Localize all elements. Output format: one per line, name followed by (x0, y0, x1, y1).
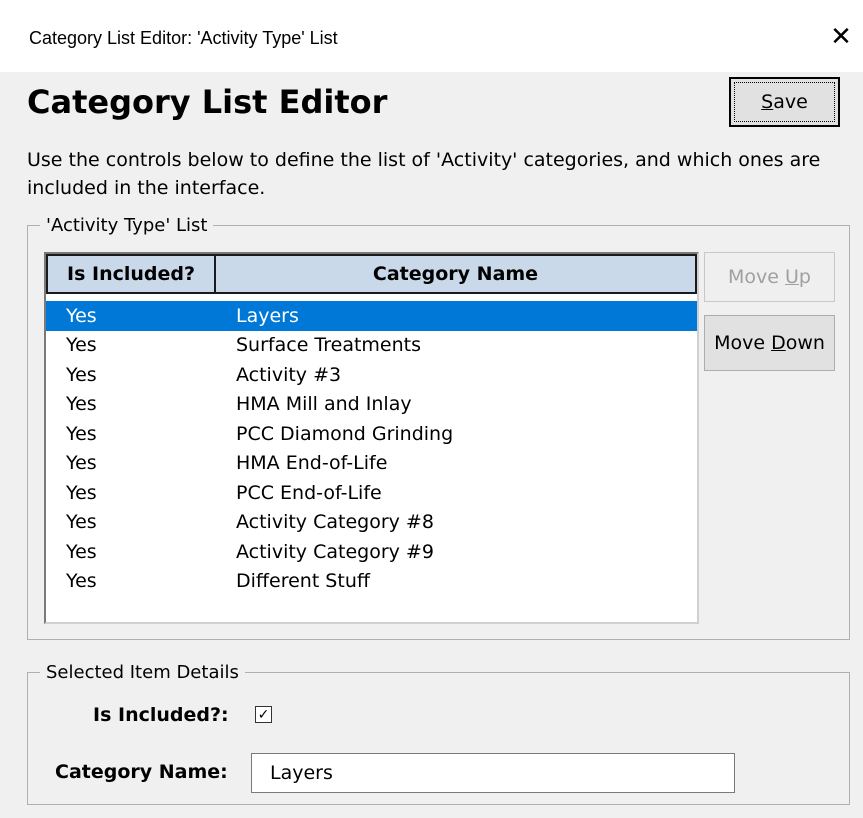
selected-item-details-legend: Selected Item Details (46, 662, 239, 683)
description-text: Use the controls below to define the lis… (27, 149, 821, 199)
list-item[interactable]: Yes Activity Category #8 (46, 508, 697, 538)
is-included-checkbox[interactable]: ✓ (255, 706, 272, 723)
list-item[interactable]: Yes Activity Category #9 (46, 537, 697, 567)
list-item-is-included: Yes (66, 363, 97, 386)
activity-type-list-legend: 'Activity Type' List (46, 215, 208, 236)
list-item-is-included: Yes (66, 304, 97, 327)
list-item-category-name: Layers (236, 304, 299, 327)
title-bar: Category List Editor: 'Activity Type' Li… (0, 0, 863, 72)
close-button[interactable]: ✕ (821, 15, 861, 59)
list-item-is-included: Yes (66, 452, 97, 475)
category-name-input[interactable]: Layers (251, 753, 735, 793)
list-rows: Yes Layers Yes Surface Treatments Yes Activit… (46, 301, 697, 596)
dialog-window: Category List Editor: 'Activity Type' Li… (0, 0, 863, 818)
category-name-label: Category Name: (55, 761, 228, 783)
list-item[interactable]: Yes Different Stuff (46, 567, 697, 597)
save-button-label: Save (761, 91, 808, 113)
list-item-category-name: Activity Category #8 (236, 511, 434, 534)
list-item-category-name: HMA Mill and Inlay (236, 393, 412, 416)
list-header: Is Included? Category Name (46, 254, 697, 294)
save-button[interactable]: Save (729, 77, 840, 127)
list-item-is-included: Yes (66, 334, 97, 357)
is-included-label: Is Included?: (93, 704, 229, 726)
list-item-category-name: PCC Diamond Grinding (236, 422, 454, 445)
list-item-is-included: Yes (66, 511, 97, 534)
list-item-category-name: Surface Treatments (236, 334, 421, 357)
list-item[interactable]: Yes Layers (46, 301, 697, 331)
list-item[interactable]: Yes HMA End-of-Life (46, 449, 697, 479)
list-item-category-name: Activity Category #9 (236, 540, 434, 563)
close-icon: ✕ (830, 22, 852, 52)
checkmark-icon: ✓ (257, 706, 270, 723)
move-down-button[interactable]: Move Down (704, 315, 835, 371)
page-title: Category List Editor (27, 83, 388, 121)
column-header-category-name: Category Name (216, 254, 697, 294)
list-item-category-name: PCC End-of-Life (236, 481, 382, 504)
list-item-is-included: Yes (66, 570, 97, 593)
list-item[interactable]: Yes HMA Mill and Inlay (46, 390, 697, 420)
list-item[interactable]: Yes PCC Diamond Grinding (46, 419, 697, 449)
list-item-is-included: Yes (66, 422, 97, 445)
list-item[interactable]: Yes PCC End-of-Life (46, 478, 697, 508)
category-listbox[interactable]: Is Included? Category Name Yes Layers Yes S… (44, 252, 699, 624)
list-item-is-included: Yes (66, 393, 97, 416)
list-item-category-name: Different Stuff (236, 570, 370, 593)
move-up-label: Move Up (728, 266, 811, 288)
list-item-category-name: HMA End-of-Life (236, 452, 388, 475)
list-item-is-included: Yes (66, 540, 97, 563)
list-item-category-name: Activity #3 (236, 363, 342, 386)
column-header-is-included: Is Included? (46, 254, 216, 294)
move-up-button[interactable]: Move Up (704, 252, 835, 302)
list-item[interactable]: Yes Surface Treatments (46, 331, 697, 361)
window-title: Category List Editor: 'Activity Type' Li… (29, 28, 338, 48)
list-item-is-included: Yes (66, 481, 97, 504)
move-down-label: Move Down (714, 332, 825, 354)
list-item[interactable]: Yes Activity #3 (46, 360, 697, 390)
